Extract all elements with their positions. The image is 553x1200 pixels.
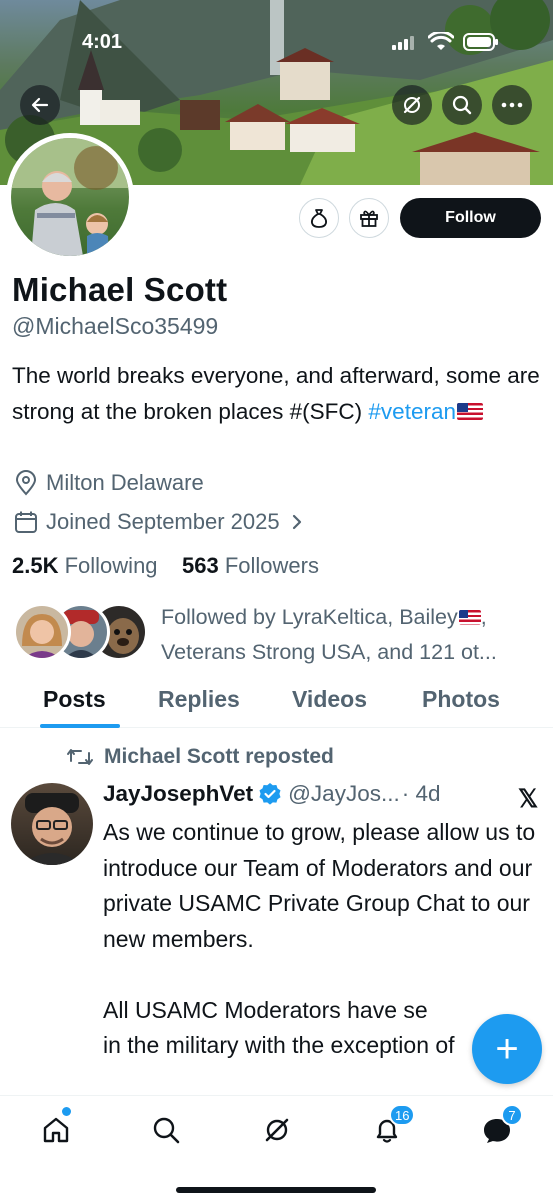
repost-indicator: Michael Scott reposted [66,745,334,769]
nav-messages[interactable]: 7 [477,1104,523,1150]
post-time: · 4d [401,781,441,806]
search-icon [452,95,472,115]
post-author-name[interactable]: JayJosephVet [103,781,253,807]
more-button[interactable] [492,85,532,125]
compose-post-button[interactable]: + [472,1014,542,1084]
followed-by-line-2: Veterans Strong USA, and 121 ot... [161,640,497,664]
follow-button[interactable]: Follow [400,198,541,238]
nav-home[interactable] [36,1107,76,1150]
location-text: Milton Delaware [46,470,204,495]
verified-badge-icon [259,783,281,805]
chevron-right-icon [292,514,301,530]
calendar-icon [15,511,37,533]
nav-grok[interactable] [257,1110,297,1150]
profile-tabs: Posts Replies Videos Photos [0,680,553,728]
grok-button[interactable] [392,85,432,125]
following-count: 2.5K [12,553,59,578]
tab-videos[interactable]: Videos [292,686,367,713]
location-pin-icon [15,470,37,496]
home-icon [43,1117,69,1143]
more-horizontal-icon [501,102,523,108]
bottom-navigation: 16 7 [0,1095,553,1200]
tip-button[interactable] [299,198,339,238]
notifications-badge: 16 [389,1104,416,1126]
followed-by-text[interactable]: Followed by LyraKeltica, Bailey, Veteran… [161,600,546,670]
grok-icon [265,1118,289,1142]
gift-icon [360,210,378,227]
back-button[interactable] [20,85,60,125]
home-unread-dot [62,1107,71,1116]
repost-label: Michael Scott reposted [104,745,334,768]
home-indicator [176,1187,376,1193]
profile-joined[interactable]: Joined September 2025 [14,509,304,535]
tab-replies[interactable]: Replies [158,686,240,713]
active-tab-indicator [40,724,120,728]
messages-badge: 7 [501,1104,523,1126]
profile-name: Michael Scott [12,271,228,308]
nav-notifications[interactable]: 16 [367,1104,416,1150]
us-flag-emoji [456,403,483,420]
search-button[interactable] [442,85,482,125]
search-icon [153,1117,180,1144]
profile-bio: The world breaks everyone, and afterward… [12,358,547,430]
wifi-icon [428,32,454,50]
followed-by-line-1: Followed by LyraKeltica, Bailey [161,605,458,629]
follower-avatar-1[interactable] [13,603,71,661]
followers-link[interactable]: 563 Followers [182,553,319,578]
gift-button[interactable] [349,198,389,238]
profile-handle: @MichaelSco35499 [12,313,219,339]
profile-location: Milton Delaware [14,470,204,496]
followers-count: 563 [182,553,219,578]
tab-photos[interactable]: Photos [422,686,500,713]
nav-search[interactable] [146,1110,186,1150]
cellular-signal-icon [392,36,414,50]
post-header: JayJosephVet @JayJos... · 4d [103,781,441,807]
us-flag-emoji [458,610,481,625]
grok-icon [403,96,421,114]
repost-icon [67,749,93,765]
following-link[interactable]: 2.5K Following [12,553,158,578]
joined-text: Joined September 2025 [46,509,280,534]
status-bar: 4:01 [0,28,553,58]
battery-icon [463,33,498,51]
follow-counts: 2.5K Following 563 Followers [12,553,319,579]
status-time: 4:01 [82,31,123,53]
tab-posts[interactable]: Posts [43,686,106,713]
x-logo-icon[interactable]: 𝕏 [518,784,538,814]
money-bag-icon [310,209,328,228]
post-author-avatar[interactable] [11,783,93,865]
followers-label: Followers [224,553,319,578]
avatar-photo [11,138,129,256]
profile-avatar[interactable] [6,133,134,261]
following-label: Following [64,553,158,578]
bio-hashtag-link[interactable]: #veteran [368,399,456,424]
arrow-left-icon [31,97,49,113]
post-author-handle[interactable]: @JayJos... [288,781,400,807]
